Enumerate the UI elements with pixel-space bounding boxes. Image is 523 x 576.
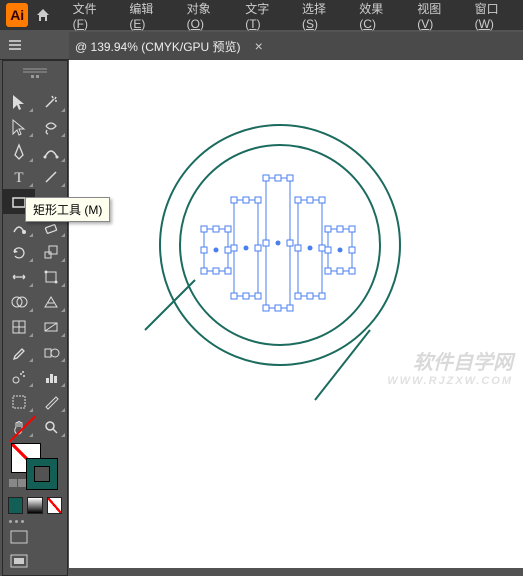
- screen-mode-icon[interactable]: [8, 553, 30, 569]
- tool-width[interactable]: [3, 264, 35, 289]
- tool-mesh[interactable]: [3, 314, 35, 339]
- stroke-swatch[interactable]: [27, 459, 57, 489]
- tool-type[interactable]: T: [3, 164, 35, 189]
- artwork: [69, 60, 523, 568]
- tool-blend[interactable]: [35, 339, 67, 364]
- svg-text:T: T: [14, 170, 23, 186]
- tool-magic-wand[interactable]: [35, 89, 67, 114]
- tool-direct-selection[interactable]: [3, 114, 35, 139]
- document-tab-label: @ 139.94% (CMYK/GPU 预览): [75, 38, 241, 55]
- menu-type[interactable]: 文字(T): [237, 0, 290, 35]
- tool-shape-builder[interactable]: [3, 289, 35, 314]
- app-logo: Ai: [6, 3, 28, 27]
- tool-lasso[interactable]: [35, 114, 67, 139]
- color-mode-none[interactable]: [47, 497, 62, 514]
- tool-selection[interactable]: [3, 89, 35, 114]
- document-tab[interactable]: @ 139.94% (CMYK/GPU 预览) ×: [75, 38, 263, 55]
- options-menu-icon[interactable]: [8, 38, 22, 52]
- tool-slice[interactable]: [35, 389, 67, 414]
- tool-curvature[interactable]: [35, 139, 67, 164]
- tool-column-graph[interactable]: [35, 364, 67, 389]
- tool-eyedropper[interactable]: [3, 339, 35, 364]
- color-mode-row: [3, 495, 67, 516]
- color-mode-solid[interactable]: [8, 497, 23, 514]
- column-toggle-icon[interactable]: [29, 75, 41, 85]
- tool-perspective[interactable]: [35, 289, 67, 314]
- close-icon[interactable]: ×: [255, 38, 263, 54]
- canvas[interactable]: 软件自学网 WWW.RJZXW.COM: [69, 60, 523, 568]
- menu-window[interactable]: 窗口(W): [467, 0, 523, 35]
- swap-default-swatches[interactable]: [9, 479, 26, 487]
- tool-symbol-sprayer[interactable]: [3, 364, 35, 389]
- menu-effect[interactable]: 效果(C): [351, 0, 405, 35]
- home-icon[interactable]: [32, 4, 53, 26]
- menu-select[interactable]: 选择(S): [294, 0, 347, 35]
- toolbox: T: [2, 60, 68, 576]
- menu-view[interactable]: 视图(V): [409, 0, 462, 35]
- tool-artboard[interactable]: [3, 389, 35, 414]
- tool-hand[interactable]: [3, 414, 35, 439]
- tool-rotate[interactable]: [3, 239, 35, 264]
- menu-edit[interactable]: 编辑(E): [121, 0, 174, 35]
- color-mode-gradient[interactable]: [27, 497, 42, 514]
- document-tabbar: @ 139.94% (CMYK/GPU 预览) ×: [69, 32, 523, 60]
- menu-object[interactable]: 对象(O): [179, 0, 234, 35]
- tool-line-segment[interactable]: [35, 164, 67, 189]
- tool-free-transform[interactable]: [35, 264, 67, 289]
- tool-pen[interactable]: [3, 139, 35, 164]
- menubar: Ai 文件(F) 编辑(E) 对象(O) 文字(T) 选择(S) 效果(C) 视…: [0, 0, 523, 30]
- tooltip: 矩形工具 (M): [25, 197, 110, 222]
- tool-gradient[interactable]: [35, 314, 67, 339]
- color-swatch-area: [3, 439, 67, 495]
- more-dots-icon[interactable]: [3, 516, 67, 523]
- panel-grip[interactable]: [3, 65, 67, 73]
- tool-scale[interactable]: [35, 239, 67, 264]
- menu-file[interactable]: 文件(F): [65, 0, 118, 35]
- tool-zoom[interactable]: [35, 414, 67, 439]
- draw-mode-normal-icon[interactable]: [8, 529, 30, 545]
